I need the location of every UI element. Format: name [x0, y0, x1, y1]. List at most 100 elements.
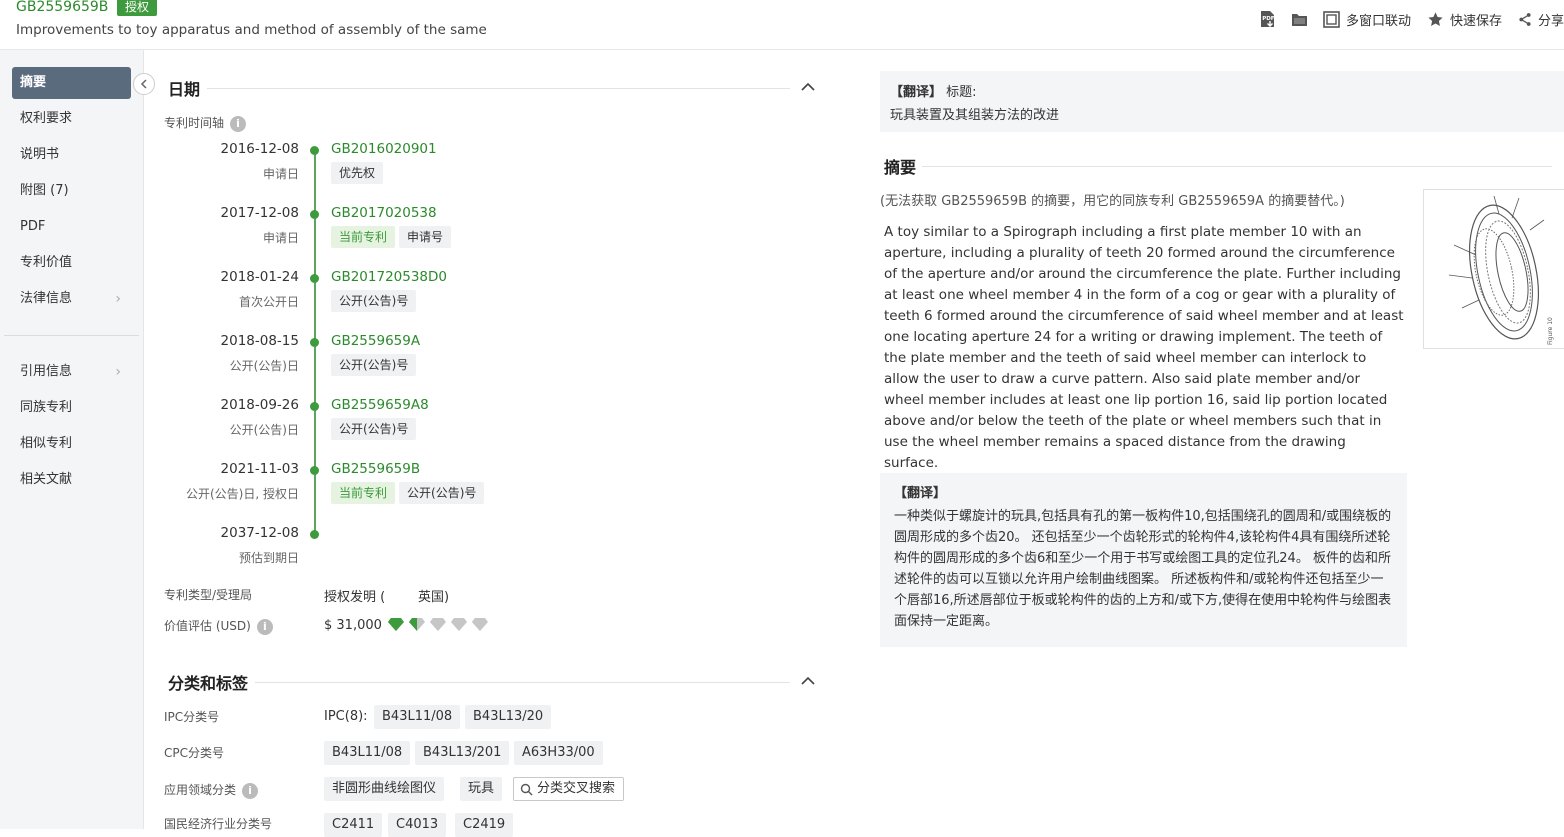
- nav-item-label: 权利要求: [20, 111, 73, 126]
- event-type: 申请日: [262, 231, 299, 245]
- event-date: 2018-09-26: [220, 397, 299, 413]
- nav-item-label: PDF: [20, 219, 46, 234]
- cpc-label: CPC分类号: [164, 746, 224, 760]
- event-tag: 公开(公告)号: [399, 482, 485, 504]
- collapse-classification-icon[interactable]: [801, 676, 815, 686]
- nav-item-drawings[interactable]: 附图 (7): [12, 175, 131, 207]
- translate-title-label: 标题:: [946, 85, 977, 100]
- header-bar: GB2559659B 授权 Improvements to toy appara…: [0, 0, 1564, 50]
- share-button[interactable]: 分享: [1518, 10, 1564, 29]
- timeline-event: 2018-09-26 公开(公告)日 GB2559659A8 公开(公告)号: [150, 397, 830, 447]
- figure-drawing: Figure 10: [1448, 195, 1554, 345]
- share-icon: [1519, 12, 1531, 26]
- event-number-link[interactable]: GB2016020901: [331, 141, 437, 157]
- nav-item-patent-value[interactable]: 专利价值: [12, 247, 131, 279]
- event-date: 2037-12-08: [220, 525, 299, 541]
- industry-code-chip[interactable]: C2419: [455, 813, 514, 837]
- nav-item-label: 相关文献: [20, 472, 73, 487]
- event-number-link[interactable]: GB2559659B: [331, 461, 420, 477]
- translate-header: 【翻译】: [894, 486, 947, 501]
- cpc-code-chip[interactable]: B43L11/08: [324, 741, 411, 765]
- event-tags: 公开(公告)号: [331, 354, 420, 376]
- publication-number[interactable]: GB2559659B: [16, 0, 108, 15]
- ipc-code-chip[interactable]: B43L11/08: [374, 705, 461, 729]
- event-type: 公开(公告)日, 授权日: [186, 487, 299, 501]
- field-tag-chip[interactable]: 非圆形曲线绘图仪: [324, 777, 445, 801]
- ipc-label: IPC分类号: [164, 710, 220, 724]
- section-divider: [922, 166, 1552, 167]
- abstract-text: A toy similar to a Spirograph including …: [884, 224, 1404, 471]
- info-icon[interactable]: i: [256, 618, 273, 635]
- industry-code-chip[interactable]: C2411: [324, 813, 383, 837]
- chevron-left-icon: [140, 79, 147, 89]
- gem-empty-icon: [451, 617, 467, 635]
- pdf-download-icon[interactable]: PDF: [1259, 10, 1277, 28]
- cross-search-button[interactable]: 分类交叉搜索: [513, 777, 625, 801]
- event-tag: 优先权: [331, 162, 384, 184]
- nav-item-label: 摘要: [20, 75, 47, 90]
- collapse-nav-button[interactable]: [133, 73, 155, 95]
- status-badge: 授权: [117, 0, 158, 16]
- folder-icon[interactable]: [1291, 10, 1309, 28]
- translated-abstract: 一种类似于螺旋计的玩具,包括具有孔的第一板构件10,包括围绕孔的圆周和/或围绕板…: [894, 509, 1392, 629]
- timeline-event: 2021-11-03 公开(公告)日, 授权日 GB2559659B 当前专利 公开(公…: [150, 461, 830, 511]
- timeline-dot: [310, 146, 319, 155]
- nav-item-citations[interactable]: 引用信息 ›: [12, 356, 131, 388]
- multi-window-button[interactable]: 多窗口联动: [1323, 10, 1411, 29]
- section-title-classification: 分类和标签: [168, 674, 249, 693]
- nav-item-legal-info[interactable]: 法律信息 ›: [12, 283, 131, 315]
- collapse-dates-icon[interactable]: [801, 82, 815, 92]
- nav-item-family[interactable]: 同族专利: [12, 392, 131, 424]
- cross-search-label: 分类交叉搜索: [537, 781, 616, 796]
- quick-save-button[interactable]: 快速保存: [1427, 10, 1502, 29]
- patent-type-label: 专利类型/受理局: [164, 588, 253, 602]
- chevron-right-icon: ›: [115, 364, 121, 380]
- event-number-link[interactable]: GB2559659A8: [331, 397, 429, 413]
- event-number-link[interactable]: GB2017020538: [331, 205, 437, 221]
- industry-code-chip[interactable]: C4013: [388, 813, 447, 837]
- gem-empty-icon: [430, 617, 446, 635]
- nav-item-label: 相似专利: [20, 436, 73, 451]
- cpc-code-chip[interactable]: A63H33/00: [514, 741, 603, 765]
- cpc-code-chip[interactable]: B43L13/201: [415, 741, 510, 765]
- info-icon[interactable]: i: [230, 115, 247, 132]
- event-tags: 公开(公告)号: [331, 418, 420, 440]
- value-label: 价值评估 (USD) i: [164, 617, 273, 635]
- info-icon[interactable]: i: [242, 782, 259, 799]
- event-number-link[interactable]: GB2559659A: [331, 333, 420, 349]
- event-date: 2018-01-24: [220, 269, 299, 285]
- share-label: 分享: [1537, 13, 1564, 29]
- timeline-dot: [310, 210, 319, 219]
- ipc-code-chip[interactable]: B43L13/20: [465, 705, 552, 729]
- field-label: 应用领域分类 i: [164, 781, 259, 799]
- nav-item-label: 同族专利: [20, 400, 73, 415]
- nav-item-abstract[interactable]: 摘要: [12, 67, 131, 99]
- timeline-dot: [310, 466, 319, 475]
- toolbar: PDF 多窗口联动 快速保存 分享: [1259, 8, 1564, 30]
- timeline-dot: [310, 338, 319, 347]
- field-tag-chip[interactable]: 玩具: [460, 777, 503, 801]
- event-number-link[interactable]: GB201720538D0: [331, 269, 447, 285]
- current-patent-tag: 当前专利: [331, 226, 396, 248]
- nav-item-pdf[interactable]: PDF: [12, 211, 131, 243]
- event-date: 2021-11-03: [220, 461, 299, 477]
- timeline-event: 2037-12-08 预估到期日: [150, 525, 830, 575]
- translated-abstract-box: 【翻译】 一种类似于螺旋计的玩具,包括具有孔的第一板构件10,包括围绕孔的圆周和…: [880, 473, 1407, 647]
- nav-item-similar[interactable]: 相似专利: [12, 428, 131, 460]
- event-type: 申请日: [262, 167, 299, 181]
- figure-caption: Figure 10: [1547, 317, 1554, 345]
- nav-item-label: 专利价值: [20, 255, 73, 270]
- nav-item-label: 引用信息: [20, 364, 73, 379]
- event-type: 预估到期日: [238, 551, 299, 565]
- event-tags: 优先权: [331, 162, 387, 184]
- abstract-figure[interactable]: Figure 10: [1423, 189, 1564, 349]
- nav-item-label: 法律信息: [20, 291, 73, 306]
- svg-text:PDF: PDF: [1263, 16, 1276, 22]
- timeline-dot: [310, 402, 319, 411]
- timeline-label: 专利时间轴 i: [164, 114, 247, 132]
- nav-item-related-docs[interactable]: 相关文献: [12, 464, 131, 496]
- nav-divider: [4, 335, 139, 336]
- timeline-event: 2018-01-24 首次公开日 GB201720538D0 公开(公告)号: [150, 269, 830, 319]
- nav-item-claims[interactable]: 权利要求: [12, 103, 131, 135]
- nav-item-description[interactable]: 说明书: [12, 139, 131, 171]
